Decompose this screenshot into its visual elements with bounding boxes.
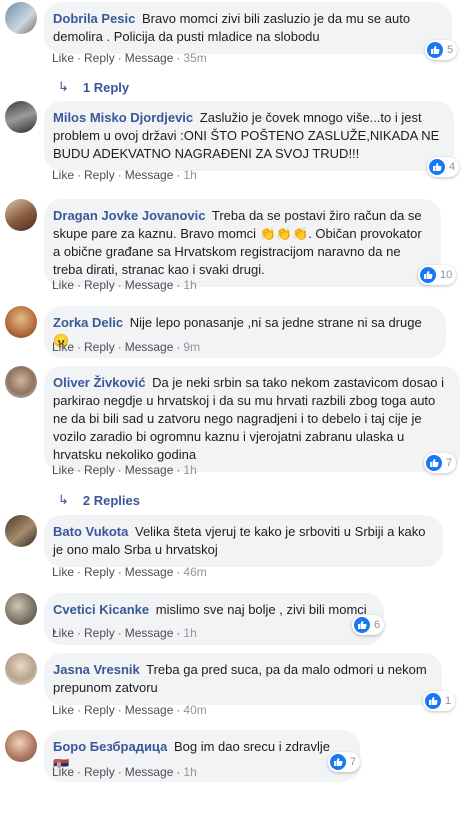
- avatar[interactable]: [5, 199, 37, 231]
- comment-bubble: Oliver Živković Da je neki srbin sa tako…: [44, 366, 460, 472]
- message-button[interactable]: Message: [125, 703, 174, 717]
- comment-actions: Like · Reply · Message · 35m: [52, 51, 207, 65]
- comment-bubble: Milos Misko Djordjevic Zaslužio je čovek…: [44, 101, 454, 171]
- reply-button[interactable]: Reply: [84, 51, 115, 65]
- reply-button[interactable]: Reply: [84, 463, 115, 477]
- avatar[interactable]: [5, 366, 37, 398]
- comment-bubble: Dobrila Pesic Bravo momci zivi bili zasl…: [44, 2, 452, 54]
- reaction-count[interactable]: 4: [427, 157, 460, 177]
- thumbs-up-icon: [427, 42, 443, 58]
- commenter-name[interactable]: Milos Misko Djordjevic: [53, 110, 193, 125]
- comment-bubble: Bato Vukota Velika šteta vjeruj te kako …: [44, 515, 443, 567]
- reply-arrow-icon: ↳: [58, 492, 69, 507]
- comment-bubble: Dragan Jovke Jovanovic Treba da se posta…: [44, 199, 441, 287]
- message-button[interactable]: Message: [125, 51, 174, 65]
- view-replies-link[interactable]: ↳ 2 Replies: [58, 492, 140, 508]
- avatar[interactable]: [5, 730, 37, 762]
- like-button[interactable]: Like: [52, 168, 74, 182]
- reaction-count[interactable]: 7: [328, 752, 361, 772]
- timestamp[interactable]: 1h: [183, 626, 196, 640]
- message-button[interactable]: Message: [125, 565, 174, 579]
- reaction-count[interactable]: 7: [424, 453, 457, 473]
- view-replies-link[interactable]: ↳ 1 Reply: [58, 79, 129, 95]
- message-button[interactable]: Message: [125, 168, 174, 182]
- like-button[interactable]: Like: [52, 51, 74, 65]
- timestamp[interactable]: 1h: [183, 765, 196, 779]
- message-button[interactable]: Message: [125, 340, 174, 354]
- thumbs-up-icon: [354, 617, 370, 633]
- commenter-name[interactable]: Bato Vukota: [53, 524, 128, 539]
- timestamp[interactable]: 46m: [183, 565, 206, 579]
- commenter-name[interactable]: Oliver Živković: [53, 375, 146, 390]
- reaction-number: 7: [446, 457, 453, 469]
- reaction-number: 6: [374, 619, 381, 631]
- comment-actions: Like · Reply · Message · 40m: [52, 703, 207, 717]
- commenter-name[interactable]: Cvetici Kicanke: [53, 602, 149, 617]
- commenter-name[interactable]: Dobrila Pesic: [53, 11, 135, 26]
- like-button[interactable]: Like: [52, 703, 74, 717]
- reply-arrow-icon: ↳: [58, 79, 69, 94]
- message-button[interactable]: Message: [125, 765, 174, 779]
- reaction-number: 1: [445, 695, 452, 707]
- comment-actions: Like · Reply · Message · 1h: [52, 168, 197, 182]
- comment-actions: Like · Reply · Message · 1h: [52, 765, 197, 779]
- avatar[interactable]: [5, 653, 37, 685]
- message-button[interactable]: Message: [125, 463, 174, 477]
- reaction-count[interactable]: 10: [418, 265, 457, 285]
- like-button[interactable]: Like: [52, 278, 74, 292]
- reply-button[interactable]: Reply: [84, 168, 115, 182]
- avatar[interactable]: [5, 515, 37, 547]
- reaction-number: 7: [350, 756, 357, 768]
- like-button[interactable]: Like: [52, 765, 74, 779]
- reply-button[interactable]: Reply: [84, 703, 115, 717]
- commenter-name[interactable]: Dragan Jovke Jovanovic: [53, 208, 205, 223]
- thumbs-up-icon: [420, 267, 436, 283]
- reply-button[interactable]: Reply: [84, 340, 115, 354]
- reaction-count[interactable]: 5: [425, 40, 458, 60]
- commenter-name[interactable]: Jasna Vresnik: [53, 662, 140, 677]
- message-button[interactable]: Message: [125, 278, 174, 292]
- comment-actions: Like · Reply · Message · 9m: [52, 340, 201, 354]
- comment-actions: Like · Reply · Message · 1h: [52, 463, 197, 477]
- like-button[interactable]: Like: [52, 340, 74, 354]
- reply-button[interactable]: Reply: [84, 765, 115, 779]
- reaction-count[interactable]: 1: [423, 691, 456, 711]
- like-button[interactable]: Like: [52, 565, 74, 579]
- comment-actions: Like · Reply · Message · 46m: [52, 565, 207, 579]
- commenter-name[interactable]: Боро Безбрадица: [53, 739, 167, 754]
- commenter-name[interactable]: Zorka Delic: [53, 315, 123, 330]
- timestamp[interactable]: 40m: [183, 703, 206, 717]
- avatar[interactable]: [5, 306, 37, 338]
- reply-button[interactable]: Reply: [84, 626, 115, 640]
- message-button[interactable]: Message: [125, 626, 174, 640]
- timestamp[interactable]: 9m: [183, 340, 200, 354]
- timestamp[interactable]: 1h: [183, 168, 196, 182]
- timestamp[interactable]: 35m: [183, 51, 206, 65]
- reaction-number: 4: [449, 161, 456, 173]
- avatar[interactable]: [5, 101, 37, 133]
- reply-button[interactable]: Reply: [84, 278, 115, 292]
- thumbs-up-icon: [426, 455, 442, 471]
- thumbs-up-icon: [425, 693, 441, 709]
- timestamp[interactable]: 1h: [183, 278, 196, 292]
- avatar[interactable]: [5, 593, 37, 625]
- reaction-number: 5: [447, 44, 454, 56]
- reaction-number: 10: [440, 269, 453, 281]
- comment-bubble: Jasna Vresnik Treba ga pred suca, pa da …: [44, 653, 442, 705]
- avatar[interactable]: [5, 2, 37, 34]
- thumbs-up-icon: [330, 754, 346, 770]
- reaction-count[interactable]: 6: [352, 615, 385, 635]
- reply-button[interactable]: Reply: [84, 565, 115, 579]
- like-button[interactable]: Like: [52, 626, 74, 640]
- comment-actions: Like · Reply · Message · 1h: [52, 278, 197, 292]
- comment-actions: Like · Reply · Message · 1h: [52, 626, 197, 640]
- like-button[interactable]: Like: [52, 463, 74, 477]
- thumbs-up-icon: [429, 159, 445, 175]
- timestamp[interactable]: 1h: [183, 463, 196, 477]
